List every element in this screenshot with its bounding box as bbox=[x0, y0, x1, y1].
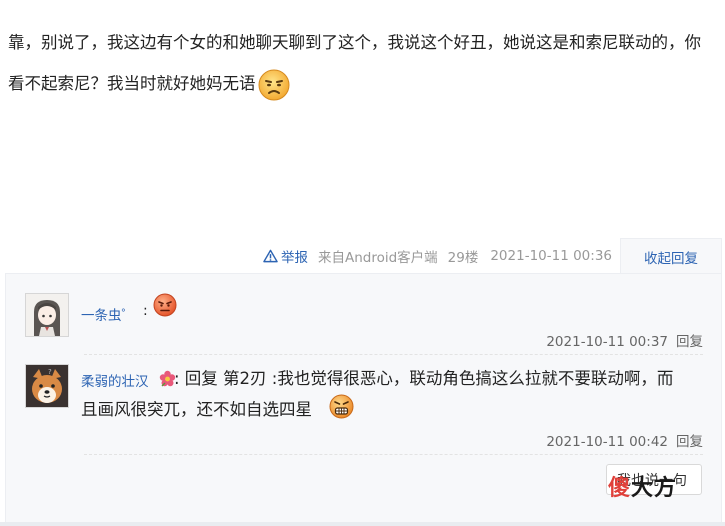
anime-girl-avatar-icon bbox=[26, 294, 68, 336]
reply-link[interactable]: 回复 bbox=[676, 434, 703, 450]
reply-content-line1: : 回复 第2刃 :我也觉得很恶心，联动角色搞这么拉就不要联动啊，而 bbox=[174, 369, 674, 388]
floor-number: 29楼 bbox=[447, 250, 479, 266]
reply-username[interactable]: 一条虫゜ bbox=[81, 304, 135, 324]
reply-link[interactable]: 回复 bbox=[676, 334, 703, 350]
reply-meta: 2021-10-11 00:42 回复 bbox=[546, 430, 703, 450]
warning-icon bbox=[263, 249, 278, 263]
reply-meta: 2021-10-11 00:37 回复 bbox=[546, 330, 703, 350]
avatar[interactable]: ? bbox=[25, 364, 69, 408]
report-label: 举报 bbox=[280, 250, 308, 266]
report-link[interactable]: 举报 bbox=[263, 246, 308, 266]
client-source: 来自Android客户端 bbox=[317, 250, 438, 266]
post-time: 2021-10-11 00:36 bbox=[490, 248, 612, 264]
collapse-label: 收起回复 bbox=[644, 250, 698, 267]
svg-text:?: ? bbox=[48, 368, 52, 376]
grimace-face-icon bbox=[329, 394, 354, 419]
frown-face-emoji-icon bbox=[258, 69, 290, 101]
post-text: 靠，别说了，我这边有个女的和她聊天聊到了这个，我说这个好丑，她说这是和索尼联动的… bbox=[8, 33, 701, 93]
angry-face-icon bbox=[153, 293, 177, 317]
watermark: 傻大方 bbox=[608, 470, 677, 502]
reply-time: 2021-10-11 00:42 bbox=[546, 434, 668, 450]
reply-divider bbox=[84, 354, 703, 355]
watermark-text: 大方 bbox=[631, 476, 678, 501]
reply-username[interactable]: 柔弱的壮汉 bbox=[81, 370, 149, 390]
reply-divider bbox=[84, 454, 703, 455]
post-meta: 举报 来自Android客户端 29楼 2021-10-11 00:36 bbox=[263, 245, 612, 267]
reply-content-line2: 且画风很突兀，还不如自选四星 bbox=[81, 400, 312, 419]
reply-separator: : bbox=[143, 303, 148, 319]
reply-time: 2021-10-11 00:37 bbox=[546, 334, 668, 350]
post-content: 靠，别说了，我这边有个女的和她聊天聊到了这个，我说这个好丑，她说这是和索尼联动的… bbox=[8, 22, 708, 104]
shiba-dog-avatar-icon: ? bbox=[26, 365, 68, 407]
watermark-char: 傻 bbox=[608, 476, 632, 501]
avatar[interactable] bbox=[25, 293, 69, 337]
collapse-replies-button[interactable]: 收起回复 bbox=[620, 238, 722, 274]
bottom-bar bbox=[0, 522, 725, 526]
